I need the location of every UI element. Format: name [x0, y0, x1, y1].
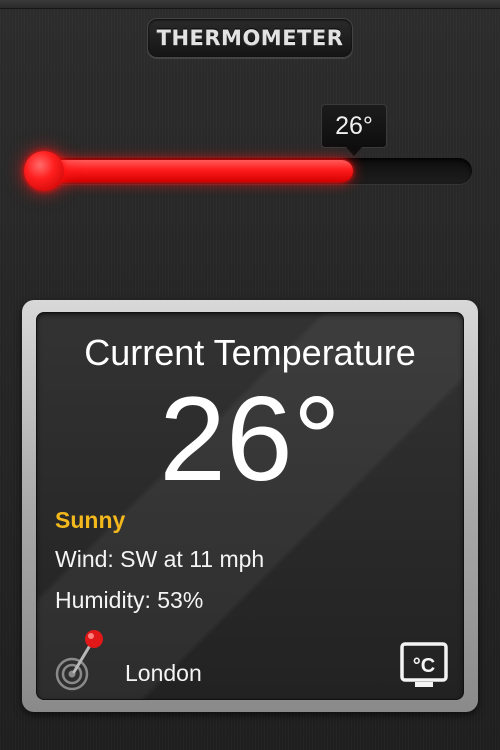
current-temperature-value: 26°	[159, 372, 341, 506]
top-strip	[0, 0, 500, 8]
celsius-display-icon[interactable]: °C	[400, 642, 448, 690]
card-heading: Current Temperature	[84, 332, 416, 373]
app-title: THERMOMETER	[156, 26, 344, 50]
weather-condition: Sunny	[55, 507, 126, 533]
location-city: London	[125, 660, 202, 686]
unit-label: °C	[413, 655, 435, 677]
temperature-slider-fill	[36, 160, 353, 182]
current-temperature-card: Current Temperature 26° Sunny Wind: SW a…	[36, 312, 464, 700]
slider-value-tooltip: 26°	[321, 104, 387, 148]
wind-info: Wind: SW at 11 mph	[55, 546, 265, 572]
title-badge: THERMOMETER	[147, 18, 353, 58]
location-pin-radar-icon[interactable]	[54, 628, 114, 692]
humidity-info: Humidity: 53%	[55, 587, 204, 613]
tooltip-arrow	[346, 147, 362, 156]
temperature-slider-bulb[interactable]	[24, 151, 64, 191]
